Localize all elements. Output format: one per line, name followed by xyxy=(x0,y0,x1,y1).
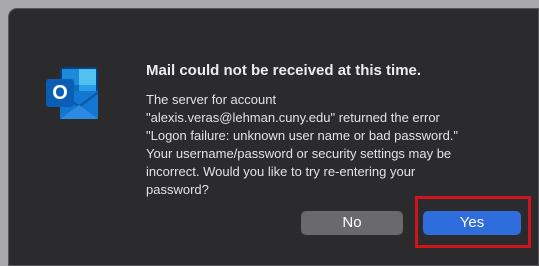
message-line: "alexis.veras@lehman.cuny.edu" returned … xyxy=(146,110,440,125)
no-button[interactable]: No xyxy=(301,211,403,235)
message-line: "Logon failure: unknown user name or bad… xyxy=(146,128,459,143)
message-line: incorrect. Would you like to try re-ente… xyxy=(146,164,416,179)
yes-button-highlight xyxy=(415,196,531,248)
message-line: The server for account xyxy=(146,92,277,107)
outlook-icon-letter: O xyxy=(52,82,68,104)
message-line: Your username/password or security setti… xyxy=(146,146,452,161)
dialog-message: The server for account "alexis.veras@leh… xyxy=(146,91,526,199)
dialog-title: Mail could not be received at this time. xyxy=(146,62,422,79)
